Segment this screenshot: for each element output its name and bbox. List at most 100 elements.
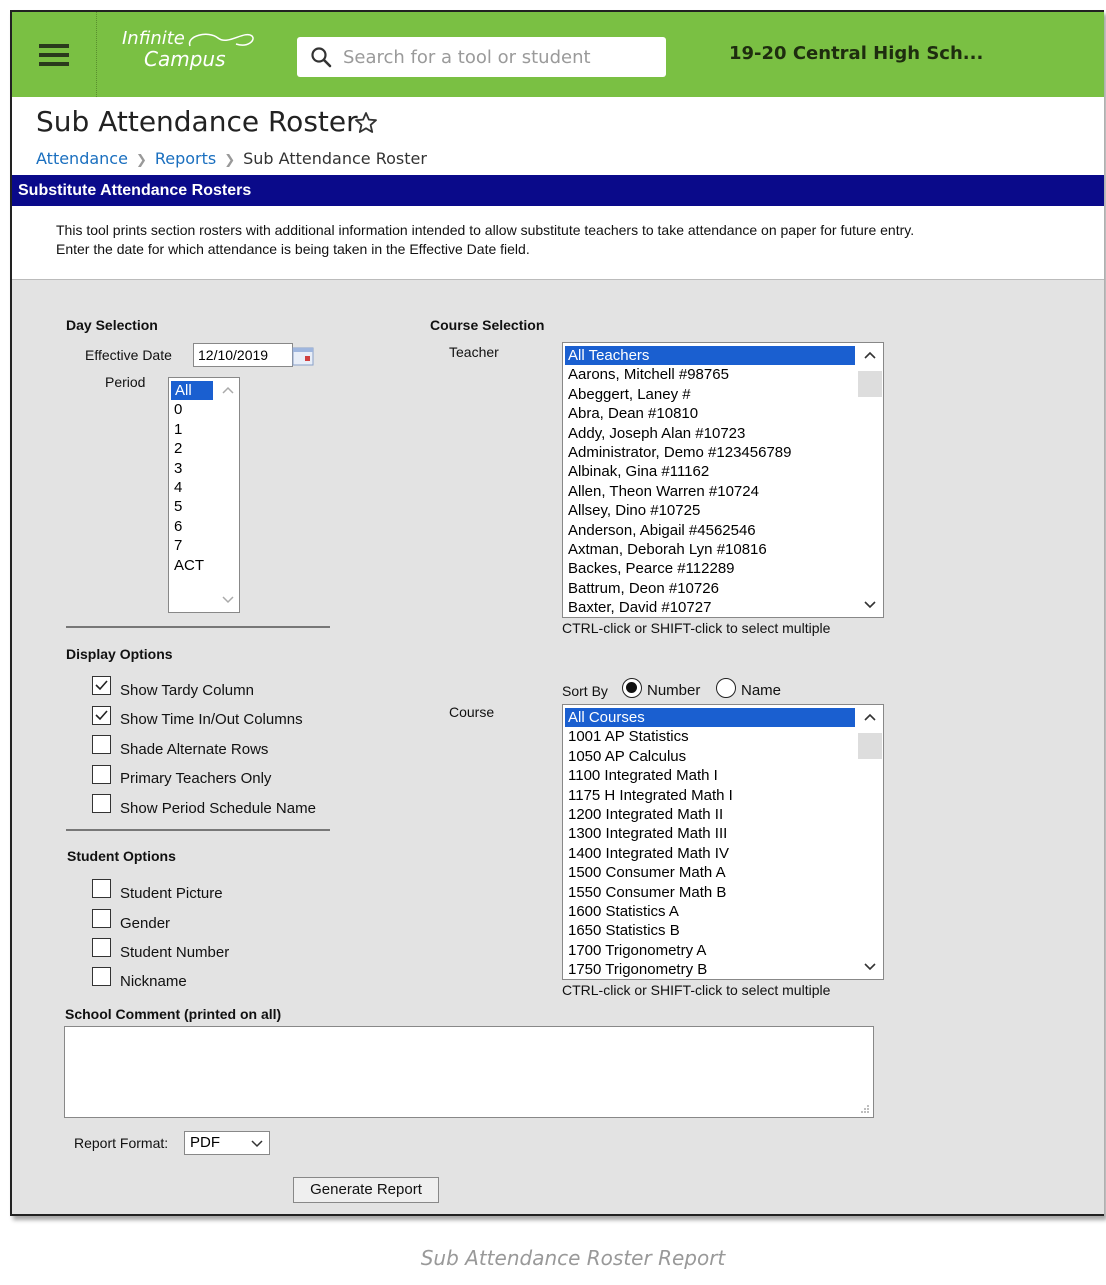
report-format-select[interactable]: PDF [184, 1131, 270, 1155]
course-option[interactable]: 1650 Statistics B [563, 921, 883, 940]
student-picture-checkbox[interactable] [92, 879, 111, 898]
nickname-checkbox[interactable] [92, 967, 111, 986]
teacher-option[interactable]: Battrum, Deon #10726 [563, 579, 883, 598]
search-box[interactable]: Search for a tool or student [297, 37, 666, 77]
teacher-option[interactable]: Baxter, David #10727 [563, 598, 883, 617]
report-format-label: Report Format: [74, 1135, 169, 1151]
teacher-option[interactable]: All Teachers [565, 346, 855, 366]
chevron-right-icon: ❯ [224, 153, 236, 168]
teacher-label: Teacher [449, 344, 499, 360]
scroll-down-icon[interactable] [217, 590, 239, 610]
period-listbox[interactable]: All 0 1 2 3 4 5 6 7 ACT [168, 377, 240, 613]
effective-date-input[interactable]: 12/10/2019 [193, 343, 293, 367]
star-icon[interactable] [354, 111, 378, 135]
teacher-option[interactable]: Backes, Pearce #112289 [563, 559, 883, 578]
show-tardy-checkbox[interactable] [92, 676, 111, 695]
course-option[interactable]: 1700 Trigonometry A [563, 941, 883, 960]
sort-name-label: Name [741, 682, 782, 699]
course-option[interactable]: 1400 Integrated Math IV [563, 844, 883, 863]
student-options-heading: Student Options [67, 848, 176, 864]
course-option[interactable]: 1001 AP Statistics [563, 727, 883, 746]
day-selection-heading: Day Selection [66, 317, 158, 333]
search-placeholder: Search for a tool or student [343, 46, 591, 68]
sort-number-label: Number [647, 682, 701, 699]
course-listbox[interactable]: All Courses 1001 AP Statistics 1050 AP C… [562, 704, 884, 980]
course-option[interactable]: 1750 Trigonometry B [563, 960, 883, 979]
search-icon [311, 47, 332, 68]
course-option[interactable]: 1200 Integrated Math II [563, 805, 883, 824]
school-selector[interactable]: 19-20 Central High Sch... [729, 43, 983, 64]
sort-name-radio[interactable] [716, 678, 736, 698]
title-area: Sub Attendance Roster Attendance ❯ Reports… [12, 97, 1104, 175]
generate-report-button[interactable]: Generate Report [293, 1177, 439, 1203]
chevron-right-icon: ❯ [135, 153, 147, 168]
description-line-2: Enter the date for which attendance is b… [56, 241, 530, 257]
show-period-schedule-name-label: Show Period Schedule Name [120, 800, 316, 817]
report-format-value: PDF [190, 1134, 220, 1151]
breadcrumb: Attendance ❯ Reports ❯ Sub Attendance Roster [36, 149, 427, 168]
show-time-in-out-checkbox[interactable] [92, 706, 111, 725]
period-option[interactable]: All [171, 381, 213, 401]
gender-checkbox[interactable] [92, 909, 111, 928]
teacher-option[interactable]: Anderson, Abigail #4562546 [563, 521, 883, 540]
breadcrumb-attendance[interactable]: Attendance [36, 149, 128, 168]
scroll-thumb[interactable] [858, 371, 882, 397]
teacher-option[interactable]: Addy, Joseph Alan #10723 [563, 424, 883, 443]
course-option[interactable]: 1600 Statistics A [563, 902, 883, 921]
scroll-thumb[interactable] [858, 733, 882, 759]
chevron-down-icon [251, 1140, 263, 1148]
course-option[interactable]: 1300 Integrated Math III [563, 824, 883, 843]
menu-button[interactable] [12, 12, 97, 97]
course-hint: CTRL-click or SHIFT-click to select mult… [562, 982, 831, 998]
student-picture-label: Student Picture [120, 885, 223, 902]
course-option[interactable]: 1550 Consumer Math B [563, 883, 883, 902]
radio-selected-dot [626, 682, 637, 693]
scroll-down-icon[interactable] [857, 957, 883, 977]
student-number-label: Student Number [120, 944, 230, 961]
description-line-1: This tool prints section rosters with ad… [56, 222, 915, 238]
resize-handle-icon[interactable] [860, 1104, 870, 1114]
teacher-hint: CTRL-click or SHIFT-click to select mult… [562, 620, 831, 636]
teacher-listbox[interactable]: All Teachers Aarons, Mitchell #98765 Abe… [562, 342, 884, 618]
teacher-option[interactable]: Abeggert, Laney # [563, 385, 883, 404]
breadcrumb-reports[interactable]: Reports [155, 149, 216, 168]
course-scrollbar[interactable] [857, 705, 883, 979]
breadcrumb-current: Sub Attendance Roster [243, 149, 427, 168]
teacher-option[interactable]: Administrator, Demo #123456789 [563, 443, 883, 462]
course-option[interactable]: 1100 Integrated Math I [563, 766, 883, 785]
divider [66, 829, 330, 831]
show-period-schedule-name-checkbox[interactable] [92, 794, 111, 813]
period-label: Period [105, 374, 146, 390]
panel-header: Substitute Attendance Rosters [12, 175, 1104, 206]
primary-teachers-only-checkbox[interactable] [92, 765, 111, 784]
infinite-campus-logo[interactable]: Infinite Campus [122, 30, 254, 70]
teacher-option[interactable]: Abra, Dean #10810 [563, 404, 883, 423]
course-selection-heading: Course Selection [430, 317, 545, 333]
calendar-icon[interactable] [292, 346, 314, 366]
course-option[interactable]: 1175 H Integrated Math I [563, 786, 883, 805]
student-number-checkbox[interactable] [92, 938, 111, 957]
course-option[interactable]: 1500 Consumer Math A [563, 863, 883, 882]
course-option[interactable]: 1050 AP Calculus [563, 747, 883, 766]
shade-alternate-rows-checkbox[interactable] [92, 735, 111, 754]
sort-number-radio[interactable] [622, 678, 642, 698]
primary-teachers-only-label: Primary Teachers Only [120, 770, 272, 787]
teacher-option[interactable]: Axtman, Deborah Lyn #10816 [563, 540, 883, 559]
school-comment-textarea[interactable] [64, 1026, 874, 1118]
teacher-option[interactable]: Aarons, Mitchell #98765 [563, 365, 883, 384]
panel-description: This tool prints section rosters with ad… [12, 206, 1104, 280]
period-scrollbar[interactable] [217, 378, 239, 612]
scroll-down-icon[interactable] [857, 595, 883, 615]
school-comment-label: School Comment (printed on all) [65, 1006, 282, 1022]
teacher-option[interactable]: Allen, Theon Warren #10724 [563, 482, 883, 501]
teacher-scrollbar[interactable] [857, 343, 883, 617]
course-option[interactable]: All Courses [565, 708, 855, 728]
teacher-option[interactable]: Albinak, Gina #11162 [563, 462, 883, 481]
scroll-up-icon[interactable] [857, 707, 883, 727]
scroll-up-icon[interactable] [217, 380, 239, 400]
shade-alternate-rows-label: Shade Alternate Rows [120, 741, 269, 758]
teacher-option[interactable]: Allsey, Dino #10725 [563, 501, 883, 520]
divider [66, 626, 330, 628]
scroll-up-icon[interactable] [857, 345, 883, 365]
logo-swirl-icon [188, 33, 254, 47]
